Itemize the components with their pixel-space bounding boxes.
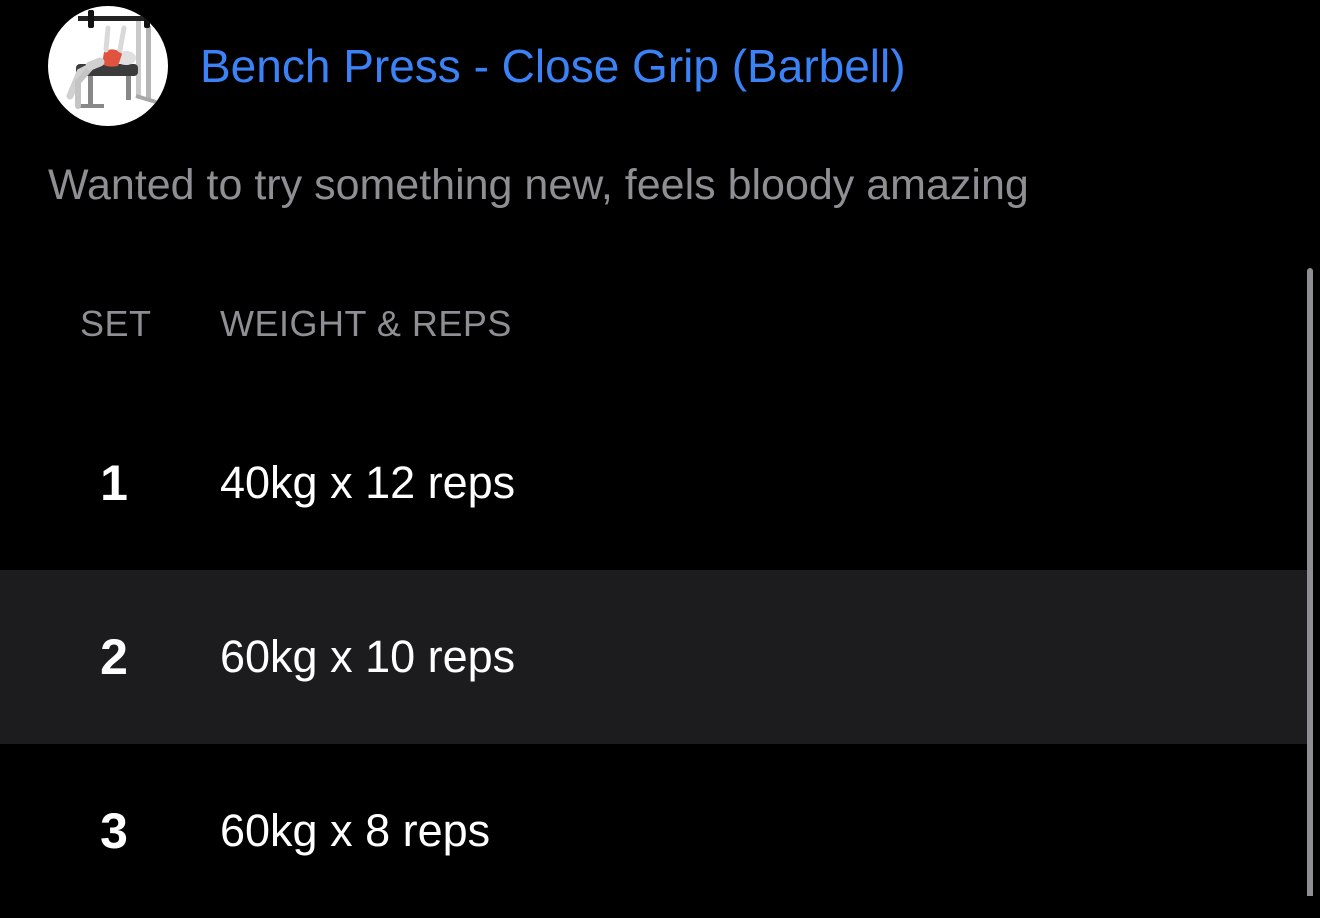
sets-list: 1 40kg x 12 reps 2 60kg x 10 reps 3 60kg…: [0, 396, 1308, 918]
weight-reps-value: 40kg x 12 reps: [220, 457, 516, 508]
set-row[interactable]: 2 60kg x 10 reps: [0, 570, 1308, 744]
scrollbar[interactable]: [1307, 268, 1313, 896]
set-number: 2: [100, 629, 128, 685]
weight-reps-value: 60kg x 8 reps: [220, 805, 491, 856]
exercise-header: Bench Press - Close Grip (Barbell): [48, 6, 906, 126]
bench-press-illustration-icon: [66, 10, 160, 109]
set-row[interactable]: 3 60kg x 8 reps: [0, 744, 1308, 918]
set-number: 1: [100, 455, 128, 511]
set-number: 3: [100, 803, 128, 859]
exercise-title[interactable]: Bench Press - Close Grip (Barbell): [200, 43, 906, 89]
exercise-note: Wanted to try something new, feels blood…: [48, 161, 1029, 209]
set-column-header: SET: [80, 303, 152, 344]
weight-reps-column-header: WEIGHT & REPS: [220, 303, 512, 344]
weight-reps-value: 60kg x 10 reps: [220, 631, 516, 682]
exercise-thumbnail[interactable]: [48, 6, 168, 126]
set-row[interactable]: 1 40kg x 12 reps: [0, 396, 1308, 570]
